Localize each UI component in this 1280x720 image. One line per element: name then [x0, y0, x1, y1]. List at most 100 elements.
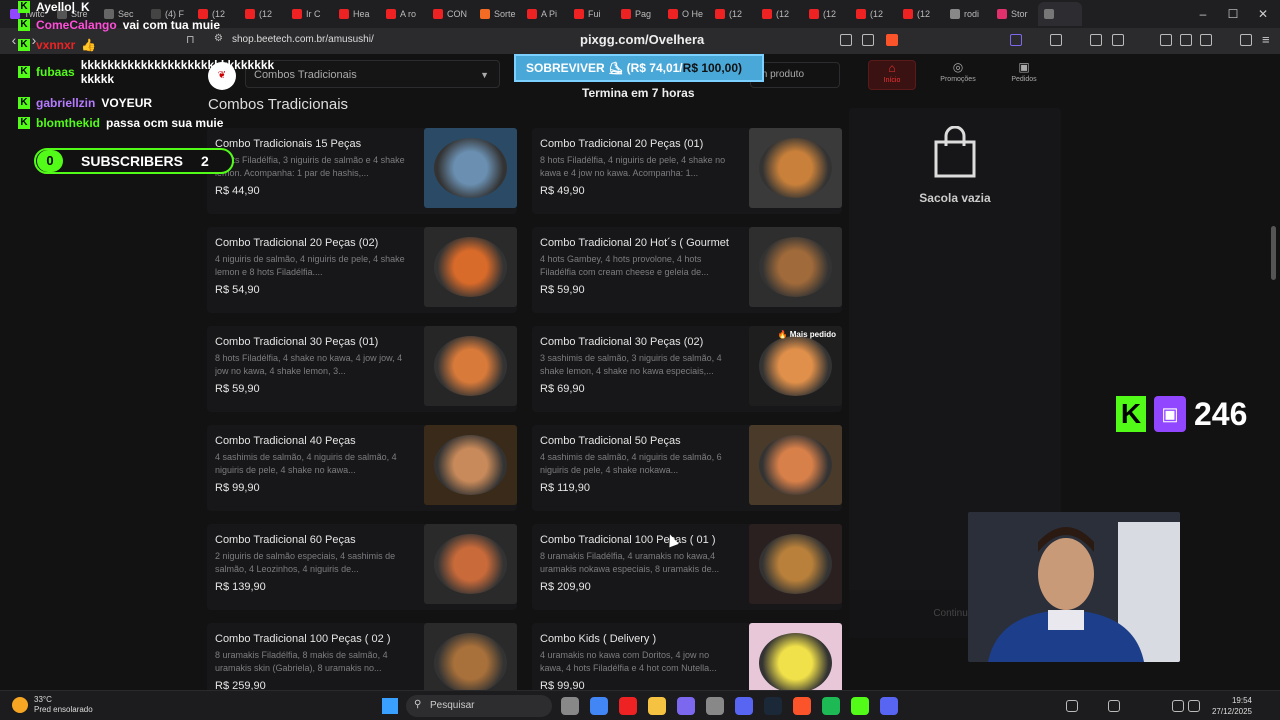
product-card[interactable]: Combo Kids ( Delivery ) 4 uramakis no kaw…	[532, 623, 842, 690]
history-icon[interactable]	[840, 34, 852, 46]
weather-widget[interactable]: 33°C Pred ensolarado	[12, 695, 93, 715]
browser-tab[interactable]: (12	[850, 2, 897, 26]
goal-label: SOBREVIVER	[526, 61, 605, 75]
taskbar-app-icon[interactable]	[822, 697, 840, 715]
product-description: 8 uramakis Filadélfia, 4 uramakis no kaw…	[540, 551, 720, 574]
browser-tab[interactable]	[1038, 2, 1082, 26]
product-card[interactable]: Combo Tradicional 100 Peças ( 02 ) 8 uram…	[207, 623, 517, 690]
menu-icon[interactable]: ≡	[1262, 32, 1270, 47]
vpn-icon[interactable]	[1240, 34, 1252, 46]
wifi-icon[interactable]	[1172, 700, 1184, 712]
product-card[interactable]: Combo Tradicional 20 Peças (02) 4 niguiri…	[207, 227, 517, 313]
nav-pedidos[interactable]: ▣ Pedidos	[1000, 60, 1048, 90]
browser-tab[interactable]: rodi	[944, 2, 991, 26]
taskbar-app-icon[interactable]	[648, 697, 666, 715]
browser-tab[interactable]: (12	[239, 2, 286, 26]
kick-badge-icon: K	[18, 1, 30, 13]
extension-icon[interactable]	[1010, 34, 1022, 46]
chat-text: passa ocm sua muie	[106, 116, 224, 130]
browser-tab[interactable]: CON	[427, 2, 474, 26]
extension-icon[interactable]	[1090, 34, 1102, 46]
brave-shield-icon[interactable]	[886, 34, 898, 46]
promo-icon: ◎	[952, 60, 964, 74]
product-card[interactable]: Combo Tradicional 40 Peças 4 sashimis de …	[207, 425, 517, 511]
product-price: R$ 99,90	[540, 680, 585, 690]
taskbar-clock[interactable]: 19:54 27/12/2025	[1212, 695, 1252, 717]
extension-icon[interactable]	[1050, 34, 1062, 46]
taskbar-app-icon[interactable]	[590, 697, 608, 715]
product-card[interactable]: Combo Tradicionais 15 Peças 4 hots Filadé…	[207, 128, 517, 214]
browser-tab[interactable]: (12	[897, 2, 944, 26]
chat-message: Kblomthekid passa ocm sua muie	[18, 116, 223, 130]
share-icon[interactable]	[862, 34, 874, 46]
windows-start-icon[interactable]	[382, 698, 398, 714]
url-text[interactable]: shop.beetech.com.br/amusushi/	[232, 34, 374, 45]
taskbar-app-icon[interactable]	[851, 697, 869, 715]
tab-favicon-icon	[574, 9, 584, 19]
page-scrollbar[interactable]	[1271, 226, 1276, 280]
music-icon[interactable]	[1160, 34, 1172, 46]
tray-icon[interactable]	[1066, 700, 1078, 712]
product-image	[749, 623, 842, 690]
tab-favicon-icon	[715, 9, 725, 19]
tab-label: rodi	[964, 9, 980, 19]
taskbar-app-icon[interactable]	[619, 697, 637, 715]
browser-tab[interactable]: Sorte	[474, 2, 521, 26]
browser-tab[interactable]: Stor	[991, 2, 1038, 26]
tab-favicon-icon	[433, 9, 443, 19]
taskbar-app-icon[interactable]	[561, 697, 579, 715]
browser-tab[interactable]: O He	[662, 2, 709, 26]
taskbar-app-icon[interactable]	[880, 697, 898, 715]
taskbar-app-icon[interactable]	[735, 697, 753, 715]
chat-text: 👍	[81, 38, 97, 52]
tab-label: (12	[823, 9, 837, 19]
bookmark-icon[interactable]: ⊓	[186, 33, 195, 46]
most-ordered-badge: 🔥 Mais pedido	[778, 330, 836, 339]
product-card[interactable]: Combo Tradicional 50 Peças 4 sashimis de …	[532, 425, 842, 511]
tab-label: CON	[447, 9, 467, 19]
tray-icon[interactable]	[1108, 700, 1120, 712]
taskbar-app-icon[interactable]	[706, 697, 724, 715]
browser-tab[interactable]: (12	[803, 2, 850, 26]
browser-tab[interactable]: Pag	[615, 2, 662, 26]
browser-tab[interactable]: Ir C	[286, 2, 333, 26]
product-card[interactable]: Combo Tradicional 30 Peças (02) 3 sashimi…	[532, 326, 842, 412]
taskbar-search[interactable]: ⚲ Pesquisar	[406, 695, 552, 717]
browser-tab[interactable]: A Pi	[521, 2, 568, 26]
nav-promocoes[interactable]: ◎ Promoções	[934, 60, 982, 90]
product-card[interactable]: Combo Tradicional 20 Peças (01) 8 hots Fi…	[532, 128, 842, 214]
subscribers-left-count: 0	[37, 150, 63, 172]
sidebar-icon[interactable]	[1180, 34, 1192, 46]
chat-text: K	[80, 0, 90, 14]
product-card[interactable]: Combo Tradicional 30 Peças (01) 8 hots Fi…	[207, 326, 517, 412]
product-description: 4 sashimis de salmão, 4 niguiris de salm…	[540, 452, 722, 475]
wallet-icon[interactable]	[1200, 34, 1212, 46]
browser-tab[interactable]: Fui	[568, 2, 615, 26]
chat-username: ComeCalango	[36, 18, 117, 32]
search-icon: ⚲	[414, 699, 422, 710]
taskbar-app-icon[interactable]	[677, 697, 695, 715]
product-plate	[759, 435, 832, 495]
product-card[interactable]: Combo Tradicional 60 Peças 2 niguiris de …	[207, 524, 517, 610]
browser-tab[interactable]: Hea	[333, 2, 380, 26]
taskbar-app-icon[interactable]	[764, 697, 782, 715]
tab-label: (12	[870, 9, 884, 19]
product-image	[424, 128, 517, 208]
extensions-puzzle-icon[interactable]	[1112, 34, 1124, 46]
product-image	[749, 524, 842, 604]
volume-icon[interactable]	[1188, 700, 1200, 712]
site-settings-icon[interactable]: ⚙	[214, 33, 223, 44]
close-window-button[interactable]: ✕	[1248, 0, 1278, 28]
maximize-button[interactable]: ☐	[1218, 0, 1248, 28]
category-select[interactable]: Combos Tradicionais ▼	[245, 60, 500, 88]
product-card[interactable]: Combo Tradicional 20 Hot´s ( Gourmet ) 4 …	[532, 227, 842, 313]
nav-inicio[interactable]: ⌂ Início	[868, 60, 916, 90]
browser-tab[interactable]: (12	[756, 2, 803, 26]
tab-favicon-icon	[480, 9, 490, 19]
browser-tab[interactable]: (12	[709, 2, 756, 26]
taskbar-app-icon[interactable]	[793, 697, 811, 715]
minimize-button[interactable]: –	[1188, 0, 1218, 28]
product-card[interactable]: Combo Tradicional 100 Peças ( 01 ) 8 uram…	[532, 524, 842, 610]
browser-tab[interactable]: A ro	[380, 2, 427, 26]
product-description: 8 hots Filadélfia, 4 shake no kawa, 4 jo…	[215, 353, 403, 376]
